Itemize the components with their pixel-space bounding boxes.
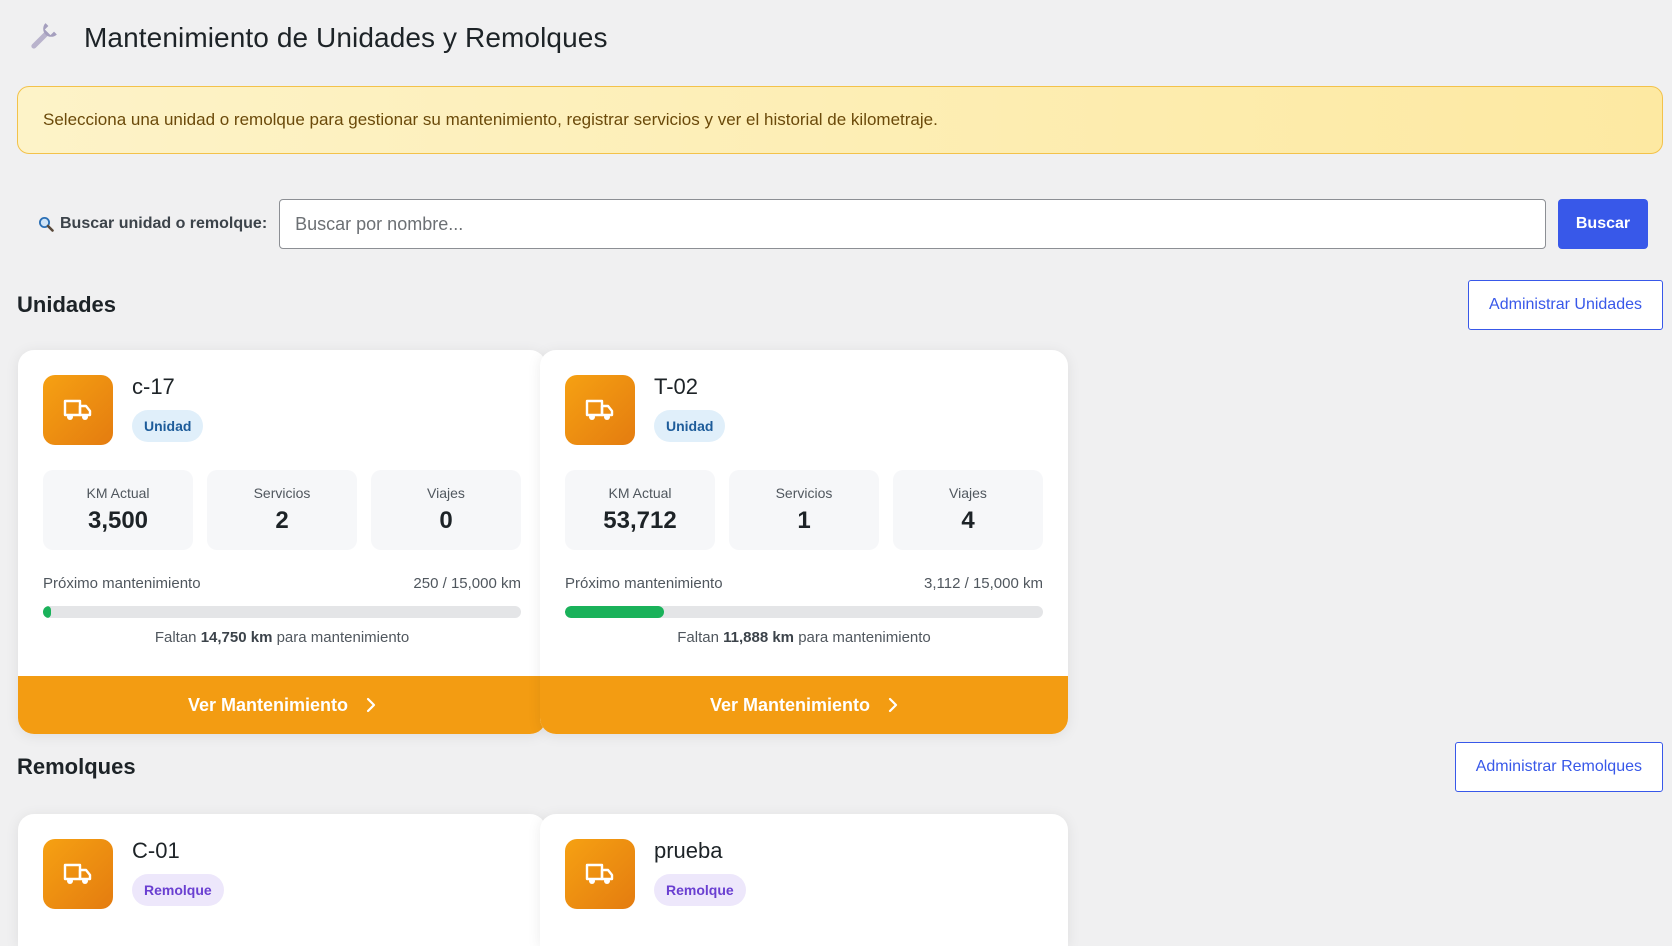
action-label: Ver Mantenimiento xyxy=(709,694,871,715)
truck-icon xyxy=(565,375,635,445)
search-input[interactable] xyxy=(279,199,1546,249)
stat-servicios: Servicios 1 xyxy=(729,470,879,550)
progress-label: Próximo mantenimiento xyxy=(565,575,723,592)
trailer-card: prueba Remolque xyxy=(540,814,1068,946)
chevron-right-icon xyxy=(366,697,376,713)
remaining-km: 14,750 km xyxy=(200,629,273,646)
stat-km: KM Actual 3,500 xyxy=(43,470,193,550)
remaining-prefix: Faltan xyxy=(677,629,719,646)
stat-label: Viajes xyxy=(949,485,987,501)
vehicle-card: T-02 Unidad KM Actual 53,712 Servicios 1… xyxy=(540,350,1068,734)
vehicle-card: c-17 Unidad KM Actual 3,500 Servicios 2 … xyxy=(18,350,546,734)
stat-value: 2 xyxy=(275,507,289,534)
stat-value: 4 xyxy=(961,507,975,534)
admin-remolques-button[interactable]: Administrar Remolques xyxy=(1454,742,1663,792)
stat-label: KM Actual xyxy=(608,485,672,501)
chevron-right-icon xyxy=(888,697,898,713)
search-label: Buscar unidad o remolque: xyxy=(38,215,267,233)
progress-header: Próximo mantenimiento 3,112 / 15,000 km xyxy=(565,575,1043,592)
stat-label: Servicios xyxy=(775,485,833,501)
stat-viajes: Viajes 4 xyxy=(893,470,1043,550)
card-header: c-17 Unidad xyxy=(18,350,546,455)
admin-unidades-button[interactable]: Administrar Unidades xyxy=(1468,280,1663,330)
type-badge: Unidad xyxy=(654,410,726,442)
page-header: Mantenimiento de Unidades y Remolques xyxy=(22,16,608,60)
remolques-title: Remolques xyxy=(17,754,136,779)
stat-label: Viajes xyxy=(427,485,465,501)
page-title: Mantenimiento de Unidades y Remolques xyxy=(84,22,608,53)
stats-row: KM Actual 3,500 Servicios 2 Viajes 0 xyxy=(43,470,521,550)
remolques-section-header: Remolques Administrar Remolques xyxy=(17,742,1663,792)
progress-fill xyxy=(565,606,665,618)
truck-icon xyxy=(43,375,113,445)
remaining-suffix: para mantenimiento xyxy=(276,629,410,646)
remaining-suffix: para mantenimiento xyxy=(798,629,931,646)
vehicle-name: c-17 xyxy=(132,374,175,399)
vehicle-name: prueba xyxy=(654,838,723,863)
stat-value: 1 xyxy=(797,507,811,534)
card-header: prueba Remolque xyxy=(540,814,1068,919)
vehicle-name: T-02 xyxy=(654,374,699,399)
ver-mantenimiento-button[interactable]: Ver Mantenimiento xyxy=(540,676,1068,734)
card-header: T-02 Unidad xyxy=(540,350,1068,455)
remaining-prefix: Faltan xyxy=(154,629,197,646)
search-button[interactable]: Buscar xyxy=(1558,199,1648,249)
search-label-text: Buscar unidad o remolque: xyxy=(60,215,268,232)
progress-header: Próximo mantenimiento 250 / 15,000 km xyxy=(43,575,521,592)
ver-mantenimiento-button[interactable]: Ver Mantenimiento xyxy=(18,676,546,734)
stat-label: Servicios xyxy=(253,485,311,501)
unidades-section-header: Unidades Administrar Unidades xyxy=(17,280,1663,330)
wrench-icon xyxy=(22,18,62,58)
stat-servicios: Servicios 2 xyxy=(207,470,357,550)
remaining-km: 11,888 km xyxy=(723,629,795,646)
info-notice: Selecciona una unidad o remolque para ge… xyxy=(17,86,1663,154)
progress-label: Próximo mantenimiento xyxy=(43,575,201,592)
type-badge: Unidad xyxy=(132,410,204,442)
stat-label: KM Actual xyxy=(86,485,150,501)
stat-km: KM Actual 53,712 xyxy=(565,470,715,550)
type-badge: Remolque xyxy=(654,874,746,906)
stat-value: 53,712 xyxy=(603,507,677,534)
progress-value: 250 / 15,000 km xyxy=(413,575,521,592)
truck-icon xyxy=(565,839,635,909)
progress-value: 3,112 / 15,000 km xyxy=(924,575,1043,592)
stats-row: KM Actual 53,712 Servicios 1 Viajes 4 xyxy=(565,470,1043,550)
vehicle-name: C-01 xyxy=(132,838,180,863)
magnifier-icon xyxy=(38,216,54,232)
card-header: C-01 Remolque xyxy=(18,814,546,919)
unidades-title: Unidades xyxy=(17,292,117,317)
stat-value: 3,500 xyxy=(87,507,149,534)
truck-icon xyxy=(43,839,113,909)
stat-viajes: Viajes 0 xyxy=(371,470,521,550)
type-badge: Remolque xyxy=(132,874,224,906)
remaining-text: Faltan 11,888 km para mantenimiento xyxy=(565,629,1043,646)
maintenance-progress-bar xyxy=(43,606,521,618)
search-row: Buscar unidad o remolque: Buscar xyxy=(38,198,1648,250)
remaining-text: Faltan 14,750 km para mantenimiento xyxy=(43,629,521,646)
action-label: Ver Mantenimiento xyxy=(187,694,349,715)
progress-fill xyxy=(43,606,51,618)
stat-value: 0 xyxy=(439,507,453,534)
trailer-card: C-01 Remolque xyxy=(18,814,546,946)
maintenance-progress-bar xyxy=(565,606,1043,618)
